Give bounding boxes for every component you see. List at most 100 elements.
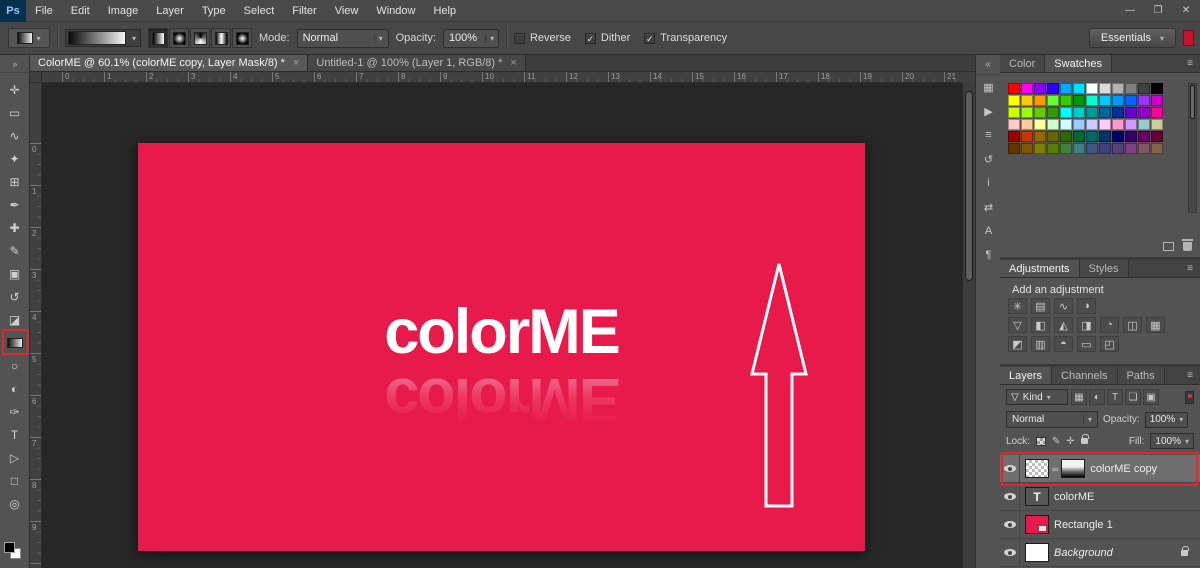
color-swatch[interactable] xyxy=(1034,119,1046,130)
black-white-icon[interactable]: ◨ xyxy=(1077,317,1096,333)
color-swatch[interactable] xyxy=(1151,131,1163,142)
workspace-switcher[interactable]: Essentials ▾ xyxy=(1088,28,1176,48)
color-swatch[interactable] xyxy=(1099,143,1111,154)
layers-tab-layers[interactable]: Layers xyxy=(1000,367,1053,384)
info-panel-icon[interactable]: i xyxy=(976,171,1001,195)
reverse-option[interactable]: Reverse xyxy=(513,32,571,44)
color-swatch[interactable] xyxy=(1125,83,1137,94)
color-swatch[interactable] xyxy=(1086,131,1098,142)
color-swatch[interactable] xyxy=(1073,131,1085,142)
type-tool[interactable]: T xyxy=(0,423,29,446)
color-swatch[interactable] xyxy=(1138,143,1150,154)
color-swatch[interactable] xyxy=(1151,95,1163,106)
color-swatch[interactable] xyxy=(1021,95,1033,106)
color-swatch[interactable] xyxy=(1060,119,1072,130)
marquee-tool[interactable]: ▭ xyxy=(0,101,29,124)
menu-select[interactable]: Select xyxy=(235,0,284,22)
filter-shape-icon[interactable]: ❏ xyxy=(1125,389,1141,405)
color-swatch[interactable] xyxy=(1008,95,1020,106)
color-swatch[interactable] xyxy=(1099,119,1111,130)
color-swatch[interactable] xyxy=(1138,131,1150,142)
color-lookup-icon[interactable]: ▦ xyxy=(1146,317,1165,333)
zoom-tool[interactable]: ◎ xyxy=(0,492,29,515)
color-chips[interactable] xyxy=(4,542,24,562)
color-swatch[interactable] xyxy=(1073,119,1085,130)
filter-toggle[interactable] xyxy=(1185,390,1194,404)
menu-layer[interactable]: Layer xyxy=(147,0,193,22)
tab-close-icon[interactable]: × xyxy=(510,57,516,69)
blur-tool[interactable]: ○ xyxy=(0,354,29,377)
color-swatch[interactable] xyxy=(1008,83,1020,94)
menu-image[interactable]: Image xyxy=(99,0,148,22)
clone-stamp-tool[interactable]: ▣ xyxy=(0,262,29,285)
lock-transparency-icon[interactable] xyxy=(1035,436,1046,446)
color-swatch[interactable] xyxy=(1047,107,1059,118)
layer-row[interactable]: Background xyxy=(1000,539,1200,567)
color-swatch[interactable] xyxy=(1047,143,1059,154)
menu-help[interactable]: Help xyxy=(424,0,465,22)
color-swatch[interactable] xyxy=(1047,131,1059,142)
color-panel-icon[interactable]: ▦ xyxy=(976,75,1001,99)
color-swatch[interactable] xyxy=(1008,143,1020,154)
document-tab[interactable]: ColorME @ 60.1% (colorME copy, Layer Mas… xyxy=(30,55,309,71)
color-swatch[interactable] xyxy=(1099,95,1111,106)
levels-icon[interactable]: ▤ xyxy=(1031,298,1050,314)
angle-gradient-button[interactable] xyxy=(190,28,210,48)
adjustments-tab-adjustments[interactable]: Adjustments xyxy=(1000,260,1080,277)
color-balance-icon[interactable]: ◭ xyxy=(1054,317,1073,333)
color-swatch[interactable] xyxy=(1021,143,1033,154)
color-swatch[interactable] xyxy=(1086,83,1098,94)
threshold-icon[interactable]: ◓ xyxy=(1054,336,1073,352)
reflected-gradient-button[interactable] xyxy=(211,28,231,48)
menu-type[interactable]: Type xyxy=(193,0,235,22)
color-swatch[interactable] xyxy=(1073,83,1085,94)
color-swatch[interactable] xyxy=(1151,107,1163,118)
color-swatch[interactable] xyxy=(1138,83,1150,94)
rectangle-tool[interactable]: □ xyxy=(0,469,29,492)
paragraph-panel-icon[interactable]: ¶ xyxy=(976,243,1001,267)
exposure-icon[interactable]: ◑ xyxy=(1077,298,1096,314)
color-swatch[interactable] xyxy=(1086,95,1098,106)
path-selection-tool[interactable]: ▷ xyxy=(0,446,29,469)
color-swatch[interactable] xyxy=(1086,119,1098,130)
actions-panel-icon[interactable]: ▶ xyxy=(976,99,1001,123)
color-swatch[interactable] xyxy=(1125,107,1137,118)
channel-mixer-icon[interactable]: ◫ xyxy=(1123,317,1142,333)
toolbar-collapse-button[interactable]: » xyxy=(0,55,29,73)
chevron-down-icon[interactable]: ▾ xyxy=(128,34,140,43)
eraser-tool[interactable]: ◪ xyxy=(0,308,29,331)
blend-mode-dropdown[interactable]: Normal ▾ xyxy=(1006,411,1098,428)
filter-type-icon[interactable]: T xyxy=(1107,389,1123,405)
lock-position-icon[interactable]: ✛ xyxy=(1066,436,1074,447)
visibility-toggle[interactable] xyxy=(1000,483,1020,510)
color-swatch[interactable] xyxy=(1073,95,1085,106)
menu-view[interactable]: View xyxy=(326,0,368,22)
linear-gradient-button[interactable] xyxy=(148,28,168,48)
color-swatch[interactable] xyxy=(1034,83,1046,94)
character-panel-icon[interactable]: A xyxy=(976,219,1001,243)
color-swatch[interactable] xyxy=(1086,107,1098,118)
gradient-map-icon[interactable]: ▭ xyxy=(1077,336,1096,352)
pen-tool[interactable]: ✑ xyxy=(0,400,29,423)
trash-icon[interactable] xyxy=(1182,239,1193,251)
color-swatch[interactable] xyxy=(1138,107,1150,118)
color-swatch[interactable] xyxy=(1021,83,1033,94)
lasso-tool[interactable]: ∿ xyxy=(0,124,29,147)
color-swatch[interactable] xyxy=(1008,131,1020,142)
color-swatch[interactable] xyxy=(1060,83,1072,94)
filter-adjustment-icon[interactable]: ◐ xyxy=(1089,389,1105,405)
window-close-button[interactable]: ✕ xyxy=(1172,0,1200,22)
posterize-icon[interactable]: ▥ xyxy=(1031,336,1050,352)
color-swatch[interactable] xyxy=(1151,119,1163,130)
color-swatch[interactable] xyxy=(1112,119,1124,130)
scrollbar-thumb[interactable] xyxy=(1190,85,1195,119)
transparency-option[interactable]: ✓ Transparency xyxy=(644,32,727,44)
color-swatch[interactable] xyxy=(1047,83,1059,94)
reverse-checkbox[interactable] xyxy=(513,32,525,44)
color-swatch[interactable] xyxy=(1112,107,1124,118)
filter-pixel-icon[interactable]: ▦ xyxy=(1071,389,1087,405)
canvas-viewport[interactable]: colorME colorME xyxy=(42,83,962,568)
filter-smart-object-icon[interactable]: ▣ xyxy=(1143,389,1159,405)
photo-filter-icon[interactable]: ◔ xyxy=(1100,317,1119,333)
color-swatch[interactable] xyxy=(1099,83,1111,94)
